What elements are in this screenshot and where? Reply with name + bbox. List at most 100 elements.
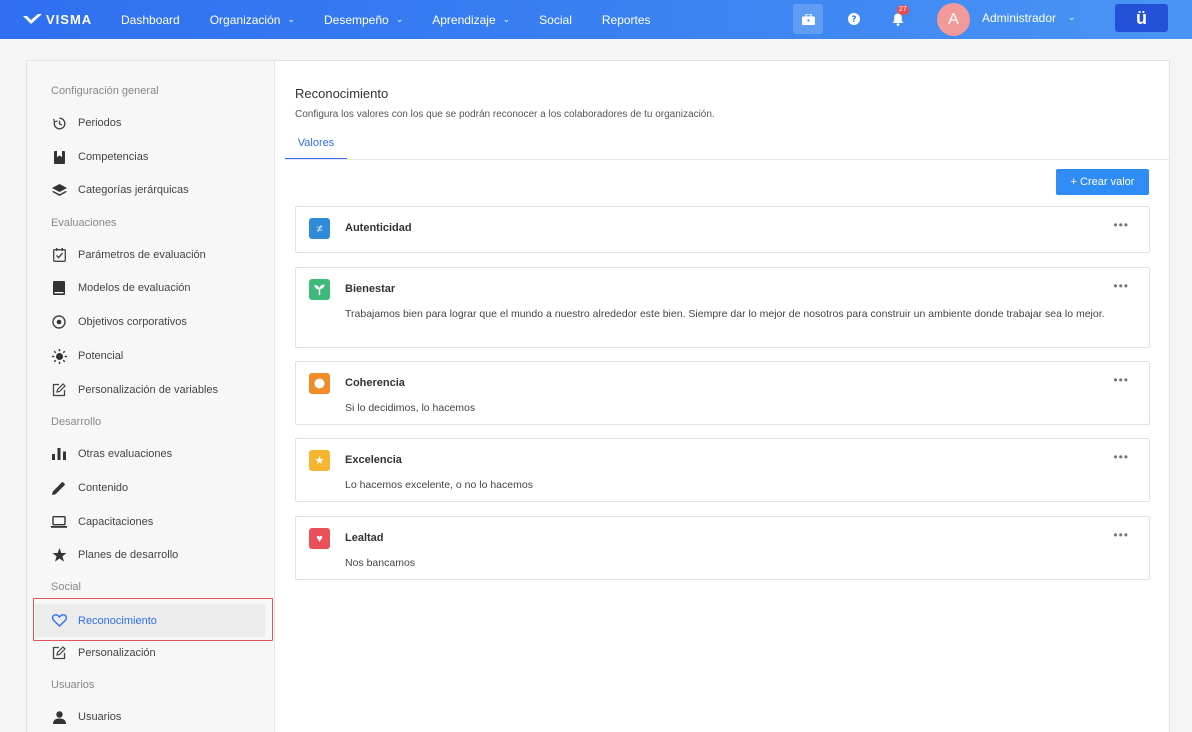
sidebar-item-label: Modelos de evaluación — [78, 282, 191, 294]
sidebar-section-title: Desarrollo — [51, 416, 102, 428]
pencil-icon — [51, 480, 67, 496]
briefcase-button[interactable] — [793, 4, 823, 34]
nav-aprendizaje-label: Aprendizaje — [432, 12, 496, 27]
page-description: Configura los valores con los que se pod… — [295, 109, 715, 120]
sidebar-section-title: Evaluaciones — [51, 217, 117, 229]
value-card-coherencia[interactable]: Coherencia Si lo decidimos, lo hacemos •… — [295, 361, 1150, 425]
value-card-excelencia[interactable]: ★ Excelencia Lo hacemos excelente, o no … — [295, 438, 1150, 502]
page-title: Reconocimiento — [295, 86, 389, 101]
history-icon — [51, 115, 67, 131]
chevron-down-icon: ⌄ — [395, 14, 404, 24]
app-switcher-button[interactable]: ü — [1115, 4, 1168, 32]
sprout-icon — [309, 279, 330, 300]
laptop-icon — [51, 514, 67, 530]
nav-social[interactable]: Social — [539, 0, 572, 39]
sidebar-item-categorias[interactable]: Categorías jerárquicas — [35, 175, 265, 205]
top-navigation-bar: VISMA Dashboard Organización ⌄ Desempeño ⌄… — [0, 0, 1192, 39]
value-name: Autenticidad — [345, 222, 412, 234]
sidebar-section-title: Configuración general — [51, 85, 159, 97]
sidebar-item-modelos[interactable]: Modelos de evaluación — [35, 273, 265, 303]
star-icon — [51, 547, 67, 563]
chevron-down-icon[interactable]: ⌄ — [1068, 12, 1076, 23]
heart-icon: ♥ — [309, 528, 330, 549]
create-value-button[interactable]: + Crear valor — [1056, 169, 1149, 195]
value-card-autenticidad[interactable]: ≠ Autenticidad ••• — [295, 206, 1150, 253]
user-name[interactable]: Administrador — [982, 11, 1056, 25]
sidebar-item-usuarios[interactable]: Usuarios — [35, 702, 265, 732]
sidebar-item-planes[interactable]: Planes de desarrollo — [35, 540, 265, 570]
sidebar-item-label: Personalización de variables — [78, 384, 219, 396]
sidebar-item-label: Competencias — [78, 151, 149, 163]
sidebar-item-label: Categorías jerárquicas — [78, 184, 189, 196]
sidebar-item-competencias[interactable]: Competencias — [35, 142, 265, 172]
sidebar: Configuración general Periodos Competenc… — [27, 61, 275, 732]
avatar[interactable]: A — [937, 3, 970, 36]
sidebar-section-title: Social — [51, 581, 81, 593]
question-icon: ? — [848, 13, 860, 25]
main-panel: Configuración general Periodos Competenc… — [26, 60, 1170, 732]
value-name: Bienestar — [345, 283, 396, 295]
more-options-icon[interactable]: ••• — [1113, 450, 1129, 464]
chevron-down-icon: ⌄ — [287, 14, 295, 24]
sun-icon — [51, 348, 67, 364]
circle-icon — [309, 373, 330, 394]
value-card-bienestar[interactable]: Bienestar Trabajamos bien para lograr qu… — [295, 267, 1150, 348]
sidebar-item-label: Otras evaluaciones — [78, 448, 173, 460]
edit-icon — [51, 645, 67, 661]
more-options-icon[interactable]: ••• — [1113, 218, 1129, 232]
sidebar-item-label: Personalización — [78, 647, 156, 659]
more-options-icon[interactable]: ••• — [1113, 373, 1129, 387]
notification-badge: 27 — [897, 5, 909, 15]
sidebar-item-personalizacion-variables[interactable]: Personalización de variables — [35, 375, 265, 405]
nav-organizacion-label: Organización — [209, 12, 281, 27]
book-icon — [51, 280, 67, 296]
value-name: Lealtad — [345, 532, 384, 544]
chevron-down-icon: ⌄ — [502, 14, 511, 24]
user-icon — [51, 709, 67, 725]
sidebar-item-potencial[interactable]: Potencial — [35, 341, 265, 371]
more-options-icon[interactable]: ••• — [1113, 279, 1129, 293]
nav-social-label: Social — [539, 12, 572, 27]
bookmark-icon — [51, 149, 67, 165]
visma-logo-icon — [23, 14, 42, 24]
logo-text: VISMA — [46, 12, 93, 27]
nav-aprendizaje[interactable]: Aprendizaje ⌄ — [432, 0, 510, 39]
value-description: Trabajamos bien para lograr que el mundo… — [345, 308, 1105, 320]
sidebar-item-label: Potencial — [78, 350, 124, 362]
value-card-lealtad[interactable]: ♥ Lealtad Nos bancamos ••• — [295, 516, 1150, 580]
briefcase-icon — [801, 13, 815, 25]
sidebar-item-objetivos[interactable]: Objetivos corporativos — [35, 307, 265, 337]
layers-icon — [51, 182, 67, 198]
target-icon — [51, 314, 67, 330]
sidebar-item-otras-evaluaciones[interactable]: Otras evaluaciones — [35, 439, 265, 469]
sidebar-item-capacitaciones[interactable]: Capacitaciones — [35, 507, 265, 537]
sidebar-item-parametros[interactable]: Parámetros de evaluación — [35, 240, 265, 270]
nav-desempeno-label: Desempeño — [323, 12, 389, 27]
nav-organizacion[interactable]: Organización ⌄ — [210, 0, 295, 39]
nav-desempeno[interactable]: Desempeño ⌄ — [324, 0, 403, 39]
tab-valores[interactable]: Valores — [285, 128, 347, 160]
sidebar-item-contenido[interactable]: Contenido — [35, 473, 265, 503]
star-icon: ★ — [309, 450, 330, 471]
sidebar-item-label: Periodos — [78, 117, 122, 129]
nav-dashboard[interactable]: Dashboard — [121, 0, 180, 39]
value-name: Excelencia — [345, 454, 402, 466]
visma-logo[interactable]: VISMA — [23, 12, 109, 27]
nav-dashboard-label: Dashboard — [121, 12, 180, 27]
help-button[interactable]: ? — [840, 5, 868, 33]
sidebar-item-personalizacion[interactable]: Personalización — [35, 638, 265, 668]
nav-reportes[interactable]: Reportes — [602, 0, 651, 39]
value-description: Si lo decidimos, lo hacemos — [345, 402, 476, 414]
value-name: Coherencia — [345, 377, 405, 389]
checkbox-icon — [51, 247, 67, 263]
active-item-highlight — [33, 598, 273, 641]
sidebar-item-label: Objetivos corporativos — [78, 316, 187, 328]
sidebar-item-periodos[interactable]: Periodos — [35, 108, 265, 138]
more-options-icon[interactable]: ••• — [1113, 528, 1129, 542]
sidebar-item-label: Contenido — [78, 482, 129, 494]
sidebar-item-label: Capacitaciones — [78, 516, 154, 528]
sidebar-item-label: Planes de desarrollo — [78, 549, 179, 561]
nav-reportes-label: Reportes — [601, 12, 651, 27]
value-description: Lo hacemos excelente, o no lo hacemos — [345, 479, 533, 491]
sidebar-item-label: Usuarios — [78, 711, 122, 723]
